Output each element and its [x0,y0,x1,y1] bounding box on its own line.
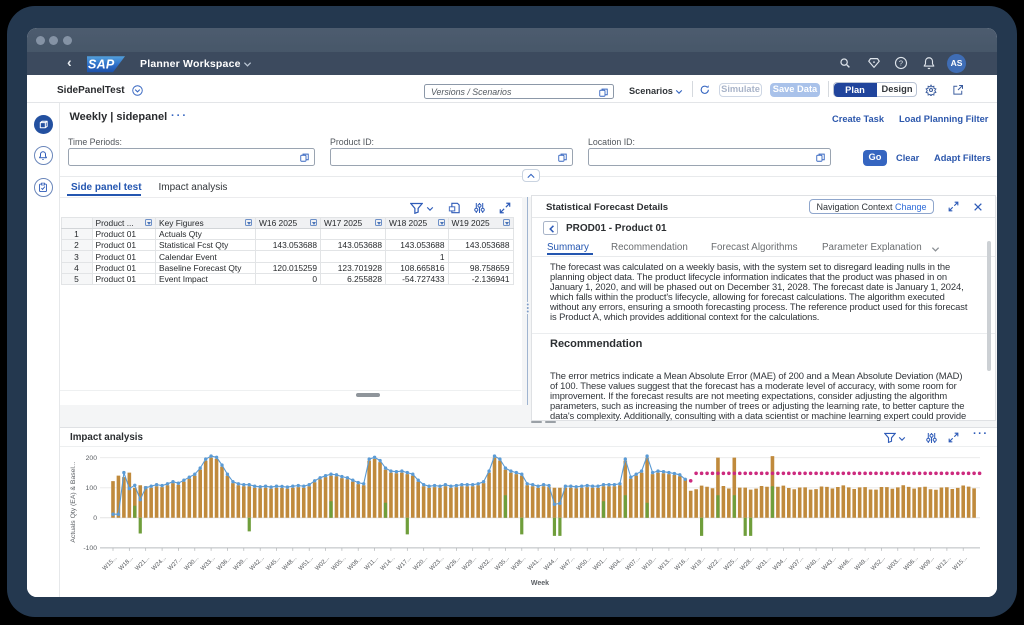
svg-text:W03...: W03... [887,555,904,572]
svg-text:W26...: W26... [445,555,462,572]
svg-text:W36...: W36... [216,555,233,572]
svg-text:W25...: W25... [723,555,740,572]
svg-text:W29...: W29... [462,555,479,572]
svg-text:W16...: W16... [674,555,691,572]
svg-text:W34...: W34... [772,555,789,572]
svg-text:W11...: W11... [364,555,380,571]
svg-text:W44...: W44... [543,555,560,572]
svg-text:W40...: W40... [805,555,822,572]
svg-text:W23...: W23... [429,555,446,572]
svg-text:W35...: W35... [494,555,511,572]
svg-text:W38...: W38... [511,555,528,572]
svg-text:W21...: W21... [135,555,152,572]
svg-text:W17...: W17... [396,555,413,572]
svg-text:W41...: W41... [527,555,544,572]
svg-text:W20...: W20... [413,555,430,572]
svg-text:W28...: W28... [740,555,757,572]
svg-text:0: 0 [93,515,97,522]
svg-text:W08...: W08... [347,555,364,572]
svg-text:Actuals Qty (EA) & Basel...: Actuals Qty (EA) & Basel... [70,461,77,542]
svg-text:100: 100 [86,485,98,492]
svg-text:W22...: W22... [707,555,724,572]
svg-text:200: 200 [86,455,98,462]
svg-text:W51...: W51... [298,555,315,572]
svg-text:W05...: W05... [331,555,348,572]
svg-text:W48...: W48... [282,555,299,572]
svg-text:SAP: SAP [88,57,115,71]
svg-text:W31...: W31... [756,555,773,572]
svg-text:W15...: W15... [102,555,119,572]
svg-text:W01...: W01... [592,555,609,572]
svg-text:W13...: W13... [658,555,675,572]
svg-text:Week: Week [531,580,549,587]
svg-text:W49...: W49... [854,555,871,572]
svg-text:W24...: W24... [151,555,168,572]
svg-text:-100: -100 [83,545,97,552]
svg-text:W15...: W15... [952,555,969,572]
svg-text:W42...: W42... [249,555,266,572]
svg-text:W39...: W39... [233,555,250,572]
svg-text:W45...: W45... [265,555,282,572]
svg-text:W52...: W52... [870,555,887,572]
svg-text:W32...: W32... [478,555,495,572]
svg-text:W50...: W50... [576,555,593,572]
svg-text:W07...: W07... [625,555,642,572]
svg-text:W47...: W47... [560,555,577,572]
svg-text:W46...: W46... [838,555,855,572]
svg-text:?: ? [899,59,903,68]
svg-text:W12...: W12... [936,555,953,572]
svg-text:W02...: W02... [315,555,332,572]
svg-text:W14...: W14... [380,555,397,572]
svg-text:W33...: W33... [200,555,217,572]
svg-text:W06...: W06... [903,555,920,572]
svg-text:W43...: W43... [821,555,838,572]
svg-text:W37...: W37... [789,555,806,572]
svg-text:W19...: W19... [691,555,708,572]
svg-text:W10...: W10... [642,555,659,572]
svg-text:W27...: W27... [167,555,184,572]
svg-text:W18...: W18... [118,555,135,572]
svg-text:W30...: W30... [184,555,201,572]
svg-text:W09...: W09... [919,555,936,572]
svg-text:W04...: W04... [609,555,626,572]
